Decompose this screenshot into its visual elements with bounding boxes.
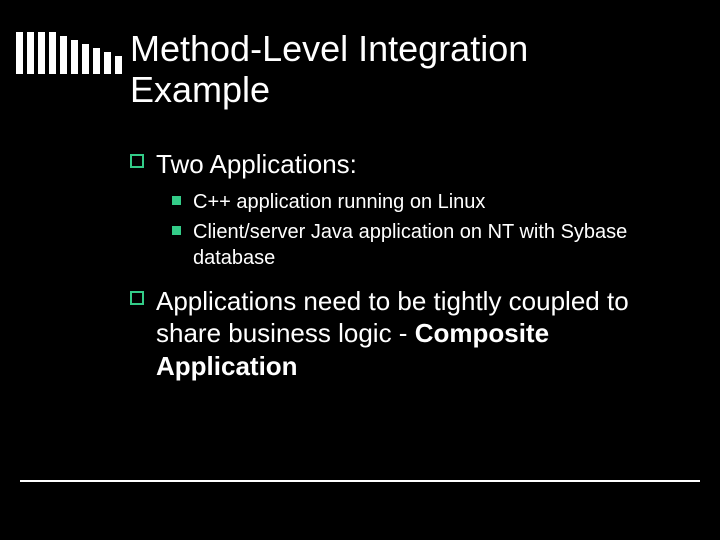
filled-square-icon xyxy=(172,196,181,205)
deco-bar xyxy=(71,40,78,74)
bullet-text: Applications need to be tightly coupled … xyxy=(156,285,670,383)
bullet-level1: Applications need to be tightly coupled … xyxy=(130,285,670,383)
slide-body: Two Applications: C++ application runnin… xyxy=(130,148,670,390)
deco-bar xyxy=(27,32,34,74)
deco-bar xyxy=(38,32,45,74)
hollow-square-icon xyxy=(130,291,144,305)
filled-square-icon xyxy=(172,226,181,235)
bullet-level1: Two Applications: xyxy=(130,148,670,181)
deco-bar xyxy=(115,56,122,74)
bullet-level2: Client/server Java application on NT wit… xyxy=(172,219,670,271)
horizontal-rule xyxy=(20,480,700,482)
slide: Method-Level Integration Example Two App… xyxy=(0,0,720,540)
bullet-text: Two Applications: xyxy=(156,148,357,181)
bullet-level2: C++ application running on Linux xyxy=(172,189,670,215)
bullet-text: Client/server Java application on NT wit… xyxy=(193,219,670,271)
sub-bullet-group: C++ application running on Linux Client/… xyxy=(172,189,670,271)
deco-bar xyxy=(82,44,89,74)
bullet-text-part: Applications need to be tightly coupled … xyxy=(156,286,629,349)
deco-bar xyxy=(60,36,67,74)
deco-bar xyxy=(104,52,111,74)
slide-title: Method-Level Integration Example xyxy=(130,28,660,111)
deco-bar xyxy=(16,32,23,74)
deco-bar xyxy=(93,48,100,74)
deco-bar xyxy=(49,32,56,74)
hollow-square-icon xyxy=(130,154,144,168)
bullet-text: C++ application running on Linux xyxy=(193,189,485,215)
decorative-bars xyxy=(16,32,122,74)
